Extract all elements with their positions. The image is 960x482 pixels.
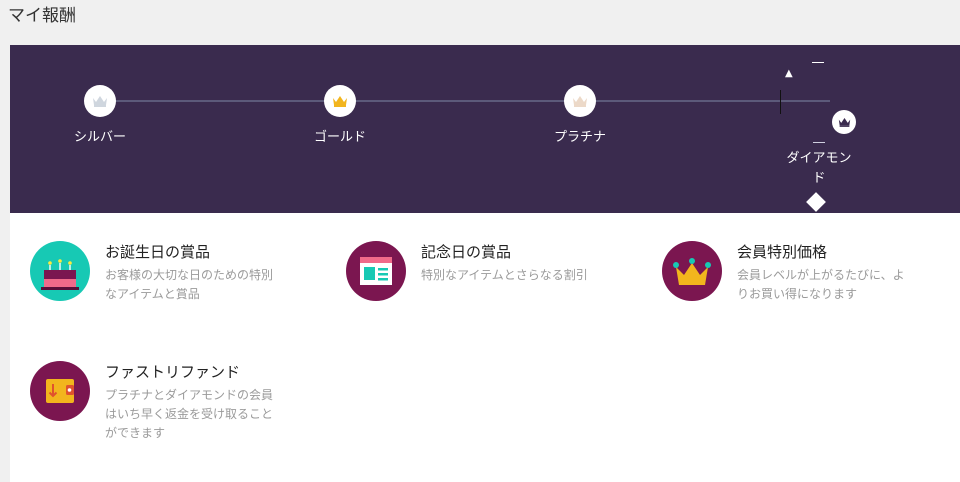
tier-node-diamond[interactable] — [832, 110, 856, 134]
divider — [780, 90, 781, 114]
tier-label-platinum: プラチナ — [553, 130, 606, 145]
tier-progress-panel: シルバー ゴールド プラチナ ▲ ダイアモンド — [10, 45, 960, 213]
benefit-birthday[interactable]: お誕生日の賞品 お客様の大切な日のための特別なアイテムと賞品 — [30, 241, 330, 351]
divider — [813, 142, 825, 143]
tier-node-silver[interactable] — [84, 85, 116, 117]
tier-node-gold[interactable] — [324, 85, 356, 117]
benefit-description: プラチナとダイアモンドの会員はいち早く返金を受け取ることができます — [105, 388, 274, 440]
gold-crown-icon — [333, 96, 347, 107]
benefit-fast-refund[interactable]: ファストリファンド プラチナとダイアモンドの会員はいち早く返金を受け取ることがで… — [30, 361, 330, 471]
tier-progress-line — [100, 100, 830, 102]
anniversary-card-icon — [346, 241, 406, 301]
benefit-description: 特別なアイテムとさらなる割引 — [421, 268, 588, 282]
birthday-cake-icon — [30, 241, 90, 301]
benefit-description: お客様の大切な日のための特別なアイテムと賞品 — [105, 268, 274, 301]
benefit-title: お誕生日の賞品 — [105, 243, 211, 261]
benefits-section: お誕生日の賞品 お客様の大切な日のための特別なアイテムと賞品 記念日の賞品 特別… — [10, 213, 960, 482]
benefit-description: 会員レベルが上がるたびに、よりお買い得になります — [737, 268, 905, 301]
platinum-crown-icon — [573, 96, 587, 107]
page-title: マイ報酬 — [8, 6, 76, 26]
benefit-title: 記念日の賞品 — [421, 243, 512, 261]
diamond-crown-icon — [838, 117, 850, 127]
benefit-member-price[interactable]: 会員特別価格 会員レベルが上がるたびに、よりお買い得になります — [662, 241, 960, 351]
tier-label-diamond: ダイアモンド — [786, 151, 852, 186]
mountain-glyph-icon: ▲ — [785, 68, 793, 79]
benefit-title: ファストリファンド — [105, 363, 241, 381]
silver-crown-icon — [93, 96, 107, 107]
tier-label-gold: ゴールド — [313, 130, 366, 145]
benefit-anniversary[interactable]: 記念日の賞品 特別なアイテムとさらなる割引 — [346, 241, 646, 351]
divider — [812, 62, 824, 63]
member-crown-icon — [662, 241, 722, 301]
tier-label-silver: シルバー — [73, 130, 126, 145]
tier-node-platinum[interactable] — [564, 85, 596, 117]
current-tier-marker — [806, 192, 826, 212]
benefit-title: 会員特別価格 — [737, 243, 828, 261]
refund-wallet-icon — [30, 361, 90, 421]
